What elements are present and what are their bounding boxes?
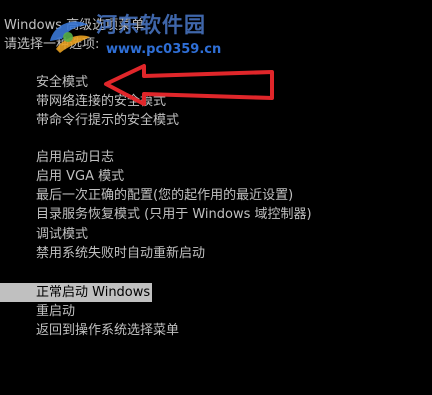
option-safe-mode-command-prompt[interactable]: 带命令行提示的安全模式 [34,111,181,130]
option-return-to-os-menu[interactable]: 返回到操作系统选择菜单 [34,321,181,340]
option-reboot[interactable]: 重启动 [34,302,77,321]
option-safe-mode-networking[interactable]: 带网络连接的安全模式 [34,92,168,111]
option-vga-mode[interactable]: 启用 VGA 模式 [34,167,126,186]
option-directory-services-restore[interactable]: 目录服务恢复模式 (只用于 Windows 域控制器) [34,205,314,224]
watermark-url: www.pc0359.cn [106,42,222,57]
option-safe-mode[interactable]: 安全模式 [34,73,90,92]
option-last-known-good[interactable]: 最后一次正确的配置(您的起作用的最近设置) [34,186,295,205]
boot-options-screen: Windows 高级选项菜单 请选择一种选项: 安全模式 带网络连接的安全模式 … [0,0,432,395]
option-debugging-mode[interactable]: 调试模式 [34,225,90,244]
menu-title: Windows 高级选项菜单 [4,18,145,33]
option-boot-logging[interactable]: 启用启动日志 [34,148,116,167]
menu-prompt: 请选择一种选项: [4,37,100,52]
option-disable-auto-restart[interactable]: 禁用系统失败时自动重新启动 [34,244,207,263]
option-start-normally[interactable]: 正常启动 Windows [0,283,153,302]
